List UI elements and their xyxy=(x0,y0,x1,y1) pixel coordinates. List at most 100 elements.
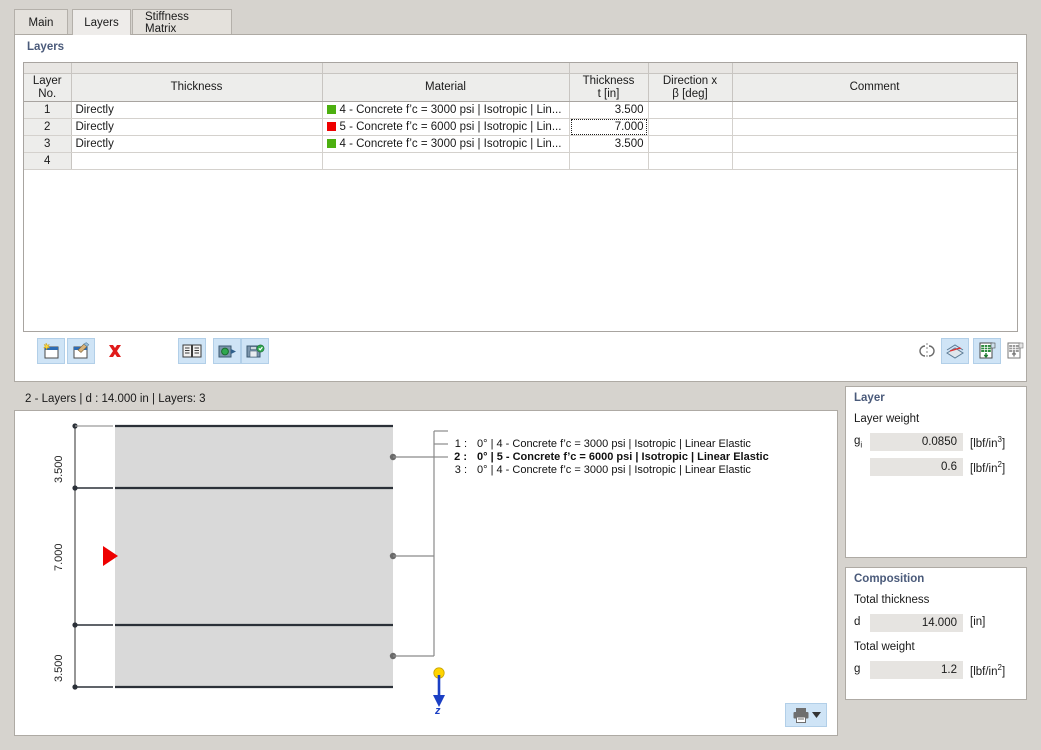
layer-weight-unit-areal: [lbf/in2] xyxy=(970,460,1006,475)
material-label: 4 - Concrete f’c = 3000 psi | Isotropic … xyxy=(339,138,562,150)
header-line2: t [in] xyxy=(597,87,620,100)
table-row[interactable]: 2 Directly 5 - Concrete f’c = 6000 psi | I… xyxy=(24,118,1017,136)
layer-body-2 xyxy=(115,488,393,625)
tab-main-label: Main xyxy=(28,16,54,29)
export-layers-button[interactable] xyxy=(241,338,269,364)
delete-layer-button[interactable] xyxy=(101,338,129,364)
cell-layer-no[interactable]: 2 xyxy=(24,118,72,136)
dimension-label-2: 7.000 xyxy=(53,543,65,571)
mirror-icon xyxy=(919,343,935,359)
cell-layer-no[interactable]: 1 xyxy=(24,101,72,119)
cell-thickness-value[interactable]: 3.500 xyxy=(569,135,649,153)
symmetry-layers-button[interactable] xyxy=(941,338,969,364)
spacer-cell-0 xyxy=(24,63,72,74)
cell-layer-no[interactable]: 3 xyxy=(24,135,72,153)
layer-graphic-panel[interactable]: 3.500 7.000 3.500 1 : 0° | 4 - Concrete … xyxy=(14,410,838,736)
cell-thickness-value[interactable]: 7.000 xyxy=(569,118,649,136)
material-color-swatch xyxy=(326,122,336,131)
print-button[interactable] xyxy=(785,703,827,727)
dimension-label-3: 3.500 xyxy=(53,654,65,682)
header-line2: No. xyxy=(38,87,57,100)
legend-text-2: 0° | 5 - Concrete f’c = 6000 psi | Isotr… xyxy=(477,451,769,463)
column-header-thickness-mode[interactable]: Thickness xyxy=(71,73,323,102)
total-weight-label: Total weight xyxy=(854,641,915,653)
layer-weight-label: Layer weight xyxy=(854,413,920,425)
cell-thickness-value[interactable] xyxy=(569,152,649,170)
layer-weight-value-volumetric[interactable]: 0.0850 xyxy=(870,433,963,451)
table-row[interactable]: 3 Directly 4 - Concrete f’c = 3000 psi | I… xyxy=(24,135,1017,153)
z-axis-label: z xyxy=(435,705,441,717)
column-header-comment[interactable]: Comment xyxy=(732,73,1017,102)
cell-layer-no[interactable]: 4 xyxy=(24,152,72,170)
tab-layers-label: Layers xyxy=(84,16,119,29)
table-export-icon xyxy=(1007,342,1023,359)
cell-thickness-mode[interactable]: Directly xyxy=(71,101,323,119)
tab-stiffness-matrix-label: Stiffness Matrix xyxy=(145,10,189,35)
spacer-cell-5 xyxy=(732,63,1017,74)
edit-layer-button[interactable] xyxy=(67,338,95,364)
cell-comment[interactable] xyxy=(732,118,1017,136)
cell-comment[interactable] xyxy=(732,101,1017,119)
side-panel: Layer Layer weight gi 0.0850 [lbf/in3] 0… xyxy=(845,386,1027,736)
legend-index-2: 2 : xyxy=(454,451,467,463)
chevron-down-icon xyxy=(811,712,821,718)
cell-comment[interactable] xyxy=(732,135,1017,153)
tab-main[interactable]: Main xyxy=(14,9,68,35)
legend-text-3: 0° | 4 - Concrete f’c = 3000 psi | Isotr… xyxy=(477,464,751,476)
cell-thickness-mode[interactable] xyxy=(71,152,323,170)
total-weight-symbol: g xyxy=(854,663,861,675)
header-line1: Material xyxy=(425,81,466,94)
cell-comment[interactable] xyxy=(732,152,1017,170)
table-spacer-row xyxy=(24,63,1017,74)
cell-thickness-value[interactable]: 3.500 xyxy=(569,101,649,119)
layers-table[interactable]: Layer No. Thickness Material Thickness t… xyxy=(23,62,1018,332)
layer-box-title: Layer xyxy=(854,392,885,404)
cell-material[interactable]: 4 - Concrete f’c = 3000 psi | Isotropic … xyxy=(322,101,570,119)
total-thickness-value[interactable]: 14.000 xyxy=(870,614,963,632)
column-header-layer-no[interactable]: Layer No. xyxy=(24,73,72,102)
table-header-row: Layer No. Thickness Material Thickness t… xyxy=(24,73,1017,102)
cell-direction-x[interactable] xyxy=(648,118,733,136)
symmetry-stack-icon xyxy=(946,344,964,359)
total-thickness-label: Total thickness xyxy=(854,594,930,606)
layer-body-1 xyxy=(115,426,393,488)
total-weight-value[interactable]: 1.2 xyxy=(870,661,963,679)
cell-material[interactable]: 4 - Concrete f’c = 3000 psi | Isotropic … xyxy=(322,135,570,153)
import-table-button[interactable] xyxy=(973,338,1001,364)
spacer-cell-1 xyxy=(71,63,323,74)
cell-direction-x[interactable] xyxy=(648,135,733,153)
cell-material[interactable] xyxy=(322,152,570,170)
layer-info-box: Layer Layer weight gi 0.0850 [lbf/in3] 0… xyxy=(845,386,1027,558)
header-line2: β [deg] xyxy=(672,87,708,100)
table-body: 1 Directly 4 - Concrete f’c = 3000 psi | I… xyxy=(24,101,1017,170)
cell-thickness-mode[interactable]: Directly xyxy=(71,135,323,153)
table-row[interactable]: 1 Directly 4 - Concrete f’c = 3000 psi | I… xyxy=(24,101,1017,119)
new-layer-button[interactable] xyxy=(37,338,65,364)
tab-stiffness-matrix[interactable]: Stiffness Matrix xyxy=(132,9,232,35)
legend-index-3: 3 : xyxy=(454,464,467,476)
material-color-swatch xyxy=(326,139,336,148)
total-thickness-unit: [in] xyxy=(970,616,986,628)
import-layers-button[interactable] xyxy=(213,338,241,364)
total-thickness-symbol: d xyxy=(854,616,861,628)
column-header-direction-x[interactable]: Direction x β [deg] xyxy=(648,73,733,102)
material-library-button[interactable] xyxy=(178,338,206,364)
layer-weight-value-areal[interactable]: 0.6 xyxy=(870,458,963,476)
cell-thickness-mode[interactable]: Directly xyxy=(71,118,323,136)
layer-weight-symbol: gi xyxy=(854,435,863,450)
cell-direction-x[interactable] xyxy=(648,101,733,119)
table-import-icon xyxy=(979,342,995,359)
export-table-button[interactable] xyxy=(1001,338,1029,364)
cell-direction-x[interactable] xyxy=(648,152,733,170)
column-header-material[interactable]: Material xyxy=(322,73,570,102)
cell-thickness-text: 7.000 xyxy=(614,121,644,133)
spacer-cell-2 xyxy=(322,63,570,74)
table-toolbar xyxy=(23,338,1023,372)
cell-material[interactable]: 5 - Concrete f’c = 6000 psi | Isotropic … xyxy=(322,118,570,136)
tab-layers[interactable]: Layers xyxy=(72,9,131,35)
table-row[interactable]: 4 xyxy=(24,152,1017,170)
mirror-layers-button[interactable] xyxy=(913,338,941,364)
import-icon xyxy=(218,345,236,357)
column-header-thickness-value[interactable]: Thickness t [in] xyxy=(569,73,649,102)
tab-strip: Main Layers Stiffness Matrix xyxy=(0,0,1041,35)
